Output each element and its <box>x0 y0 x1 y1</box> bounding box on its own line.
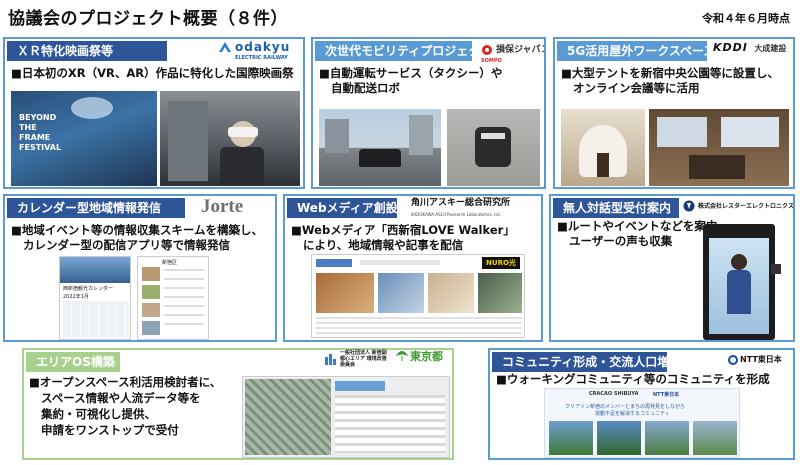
shinjuku-area-committee-logo: 一般社団法人 新宿副都心エリア 環境改善委員会 <box>325 350 388 368</box>
committee-mark-icon <box>325 354 336 365</box>
card-header: 次世代モビリティプロジェクト <box>315 41 492 61</box>
sompo-logo: 損保ジャパン SOMPO <box>481 44 546 65</box>
autonomous-taxi-photo <box>319 109 441 186</box>
card-web-media: Webメディア創設 角川アスキー総合研究所 KADOKAWA ASCII Res… <box>283 194 543 342</box>
restar-electronics-logo: 株式会社レスターエレクトロニクス <box>683 200 793 212</box>
card-description: ■オープンスペース利活用検討者に、 スペース情報や人流データ等を 集約・可視化し… <box>29 375 222 437</box>
calendar-app-screen-2: 新宿区 <box>137 256 209 340</box>
card-header: Webメディア創設 <box>287 198 398 218</box>
card-description: ■大型テントを新宿中央公園等に設置し、 オンライン会議等に活用 <box>561 66 779 95</box>
page-title: 協議会のプロジェクト概要（８件） <box>8 9 288 29</box>
restar-mark-icon <box>683 200 695 212</box>
ntt-mark-icon <box>728 354 738 365</box>
card-community: コミュニティ形成・交流人口増加 NTT東日本 ■ウォーキングコミュニティ等のコミ… <box>488 348 795 460</box>
card-unmanned-guide: 無人対話型受付案内 株式会社レスターエレクトロニクス ■ルートやイベントなどを案… <box>549 194 795 342</box>
as-of-date: 令和４年６月時点 <box>702 12 790 25</box>
community-web-screenshot: CRACAO SHIBUYA NTT東日本 クリアソン新宿のメンバーとまちの再発… <box>544 388 740 458</box>
card-xr-film-festival: ＸＲ特化映画祭等 odakyu ELECTRIC RAILWAY ■日本初のXR… <box>3 37 305 189</box>
card-header: 無人対話型受付案内 <box>553 198 679 218</box>
card-description: ■日本初のXR（VR、AR）作品に特化した国際映画祭 <box>11 66 294 80</box>
card-description: ■ウォーキングコミュニティ等のコミュニティを形成 <box>496 372 770 386</box>
card-description: ■自動運転サービス（タクシー）や 自動配送ロボ <box>319 66 503 95</box>
festival-photo: BEYOND THE FRAME FESTIVAL <box>11 91 157 186</box>
card-header: コミュニティ形成・交流人口増加 <box>492 352 681 372</box>
card-header: 5G活用屋外ワークスペース <box>557 41 715 61</box>
tokyo-ginkgo-icon <box>396 351 408 361</box>
vr-user-photo <box>160 91 300 186</box>
kiosk-device-photo <box>703 224 775 340</box>
online-meeting-photo <box>649 109 789 186</box>
card-header: カレンダー型地域情報発信 <box>7 198 185 218</box>
kddi-taisei-logo: KDDI 大成建設 <box>713 41 787 54</box>
card-description: ■地域イベント等の情報収集スキームを構築し、 カレンダー型の配信アプリ等で情報発… <box>11 223 264 252</box>
odakyu-mark-icon <box>219 42 231 52</box>
card-5g-outdoor-workspace: 5G活用屋外ワークスペース KDDI 大成建設 ■大型テントを新宿中央公園等に設… <box>553 37 795 189</box>
web-media-screenshot: NURO光 <box>311 254 525 338</box>
calendar-app-screen-1: 西新宿観光カレンダー 2022年1月 <box>59 256 131 340</box>
card-description: ■Webメディア「西新宿LOVE Walker」 により、地域情報や記事を配信 <box>291 223 515 252</box>
sompo-mark-icon <box>482 45 492 55</box>
ntt-east-logo: NTT東日本 <box>728 354 782 365</box>
delivery-robot-photo <box>447 109 540 186</box>
tokyo-metro-gov-logo: 東京都 <box>396 350 443 362</box>
card-area-os: エリアOS構築 ■オープンスペース利活用検討者に、 スペース情報や人流データ等を… <box>22 348 454 460</box>
kadokawa-ascii-logo: 角川アスキー総合研究所 KADOKAWA ASCII Research Labo… <box>411 198 511 217</box>
jorte-logo: Jorte <box>201 196 244 217</box>
odakyu-logo: odakyu ELECTRIC RAILWAY <box>218 41 290 64</box>
card-next-gen-mobility: 次世代モビリティプロジェクト 損保ジャパン SOMPO ■自動運転サービス（タク… <box>311 37 546 189</box>
kiosk-camera-arm <box>771 264 781 274</box>
card-calendar-info: カレンダー型地域情報発信 Jorte ■地域イベント等の情報収集スキームを構築し… <box>3 194 277 342</box>
card-header: ＸＲ特化映画祭等 <box>7 41 167 61</box>
card-header: エリアOS構築 <box>26 352 120 372</box>
area-map-screenshot <box>242 376 450 458</box>
tent-photo <box>561 109 645 186</box>
